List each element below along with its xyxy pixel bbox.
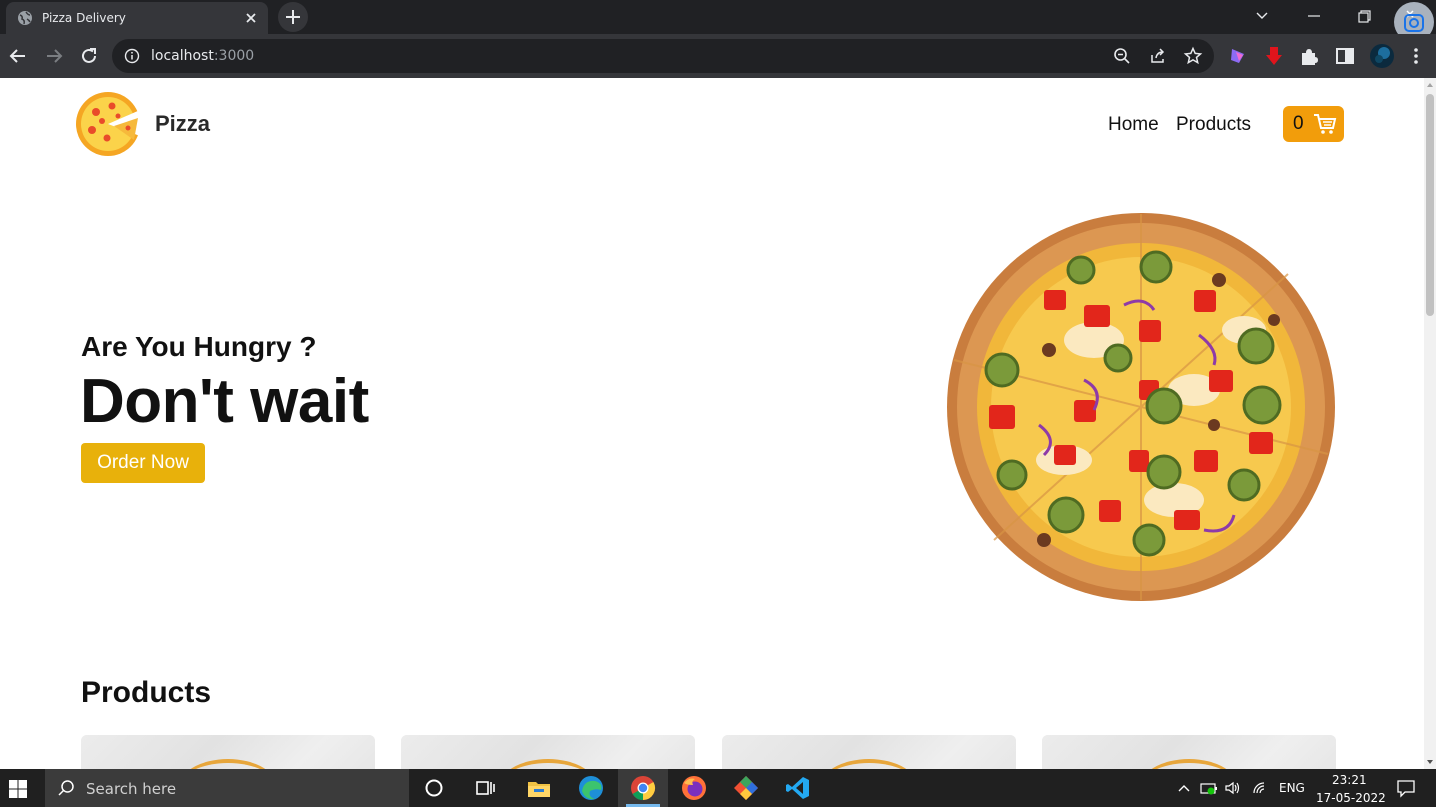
share-icon[interactable] — [1148, 46, 1168, 66]
edge-icon[interactable] — [578, 775, 604, 801]
minimize-icon[interactable] — [1301, 4, 1327, 28]
scroll-up-arrow[interactable] — [1426, 81, 1434, 89]
search-icon — [58, 780, 74, 796]
menu-icon[interactable] — [1405, 45, 1427, 67]
reload-icon[interactable] — [77, 44, 101, 68]
taskbar: Search here ENG 23:21 17-05-2022 — [0, 769, 1436, 807]
page-scrollbar[interactable] — [1424, 78, 1436, 769]
nav-products[interactable]: Products — [1176, 114, 1251, 136]
pizza-logo[interactable] — [74, 90, 142, 158]
close-icon[interactable] — [242, 9, 260, 27]
web-page: Pizza Home Products 0 Are You Hungry ? D… — [0, 78, 1424, 769]
cart-count: 0 — [1293, 113, 1304, 134]
cart-icon — [1314, 114, 1337, 134]
zoom-icon[interactable] — [1112, 46, 1132, 66]
product-card[interactable] — [1042, 735, 1336, 769]
extension-icon[interactable] — [1227, 45, 1249, 67]
download-icon[interactable] — [1263, 45, 1285, 67]
nav-home[interactable]: Home — [1108, 114, 1159, 136]
forward-icon[interactable] — [42, 44, 66, 68]
browser-tabstrip: Pizza Delivery — [0, 0, 1436, 42]
wifi-icon[interactable] — [1251, 780, 1269, 796]
hero-subtitle: Are You Hungry ? — [81, 331, 317, 362]
product-card[interactable] — [722, 735, 1016, 769]
hero-pizza-image — [947, 213, 1335, 601]
hero-title: Don't wait — [80, 367, 369, 436]
firefox-icon[interactable] — [681, 775, 707, 801]
chevron-down-icon[interactable] — [1249, 4, 1275, 28]
brand-name[interactable]: Pizza — [155, 111, 210, 137]
new-tab-button[interactable] — [278, 2, 308, 32]
products-heading: Products — [81, 676, 212, 709]
back-icon[interactable] — [6, 44, 30, 68]
tab-title: Pizza Delivery — [42, 11, 126, 25]
windows-icon[interactable] — [8, 779, 28, 799]
address-bar[interactable]: localhost:3000 — [112, 39, 1214, 73]
product-card[interactable] — [81, 735, 375, 769]
taskview-icon[interactable] — [472, 775, 498, 801]
star-icon[interactable] — [1183, 46, 1203, 66]
vscode-icon[interactable] — [785, 775, 811, 801]
cart-button[interactable]: 0 — [1283, 106, 1344, 142]
search-placeholder: Search here — [86, 780, 177, 798]
sidepanel-icon[interactable] — [1334, 45, 1356, 67]
avatar[interactable] — [1370, 44, 1394, 68]
browser-tab[interactable]: Pizza Delivery — [6, 2, 268, 34]
restore-icon[interactable] — [1351, 4, 1377, 28]
order-now-button[interactable]: Order Now — [81, 443, 205, 483]
explorer-icon[interactable] — [526, 775, 552, 801]
cortana-icon[interactable] — [421, 775, 447, 801]
taskbar-search[interactable]: Search here — [45, 769, 409, 807]
chrome-icon[interactable] — [630, 775, 656, 801]
browser-toolbar: localhost:3000 — [0, 34, 1436, 78]
volume-icon[interactable] — [1224, 780, 1242, 796]
clock-date[interactable]: 17-05-2022 — [1316, 791, 1386, 805]
scroll-down-arrow[interactable] — [1426, 758, 1434, 766]
globe-icon — [18, 11, 32, 25]
notification-icon[interactable] — [1396, 778, 1416, 798]
language-indicator[interactable]: ENG — [1279, 781, 1305, 795]
plus-icon — [286, 10, 300, 24]
product-card[interactable] — [401, 735, 695, 769]
clock-time[interactable]: 23:21 — [1332, 773, 1367, 787]
puzzle-icon[interactable] — [1298, 45, 1320, 67]
scroll-thumb[interactable] — [1426, 94, 1434, 316]
git-icon[interactable] — [733, 775, 759, 801]
info-icon[interactable] — [124, 48, 140, 64]
url-text: localhost:3000 — [151, 48, 255, 64]
chevron-up-icon[interactable] — [1175, 780, 1193, 796]
battery-icon[interactable] — [1200, 780, 1218, 796]
